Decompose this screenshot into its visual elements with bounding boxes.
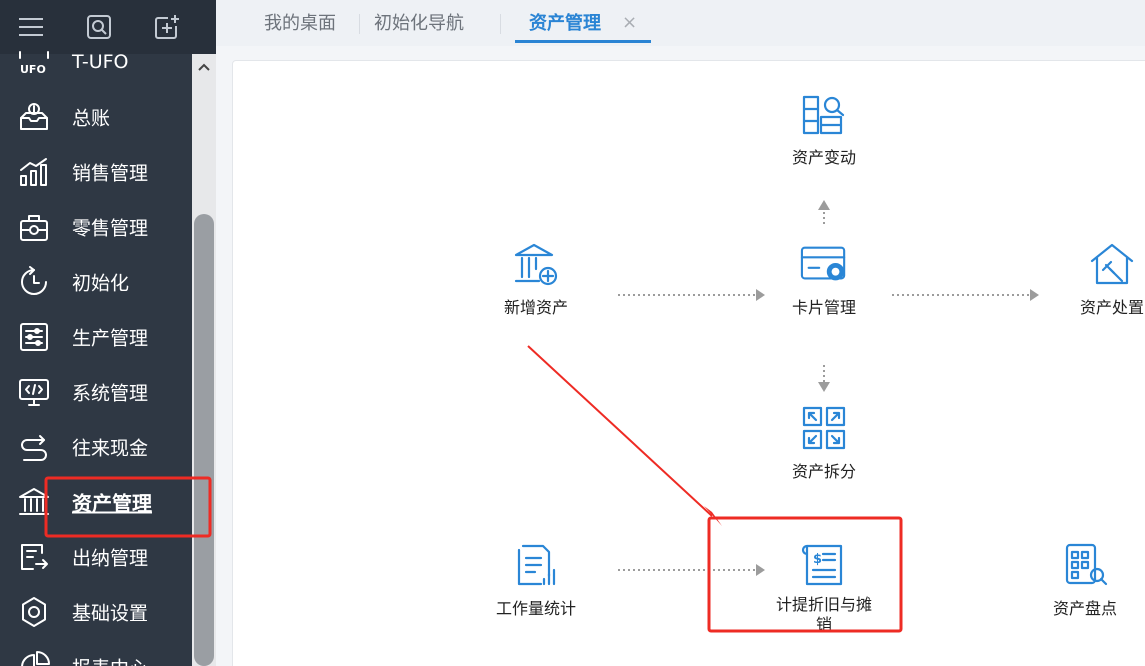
asset-search-icon xyxy=(800,90,848,138)
tab-my-desktop[interactable]: 我的桌面 xyxy=(264,0,336,44)
tab-init-navigation[interactable]: 初始化导航 xyxy=(374,0,464,44)
sidebar-item-label: 系统管理 xyxy=(72,382,149,404)
cashier-icon xyxy=(18,541,50,573)
node-label: 计提折旧与摊销 xyxy=(775,595,872,634)
node-asset-disposal[interactable]: 资产处置 xyxy=(1052,240,1145,318)
active-tab-indicator xyxy=(515,40,651,43)
sidebar-item-label: 报表中心 xyxy=(72,653,148,666)
sidebar-item-cashier[interactable]: 出纳管理 xyxy=(0,529,192,584)
node-label: 资产处置 xyxy=(1079,298,1144,317)
sidebar-item-label: 往来现金 xyxy=(72,437,149,459)
sidebar-item-label: 出纳管理 xyxy=(72,547,149,569)
tab-bar: 我的桌面 初始化导航 资产管理 × xyxy=(216,0,1145,46)
sidebar: UFO T-UFO 总账 销售管理 零售管理 初始化 生产管理 系统管理 往来现… xyxy=(0,0,216,666)
sidebar-item-label: 销售管理 xyxy=(72,162,149,184)
settings-icon xyxy=(18,596,50,628)
node-label: 资产盘点 xyxy=(1052,599,1117,618)
bill-dollar-icon: $ xyxy=(800,541,848,589)
scrollbar-thumb[interactable] xyxy=(194,214,214,666)
tab-divider xyxy=(500,14,501,34)
tab-asset-management[interactable]: 资产管理 xyxy=(529,0,601,44)
svg-text:$: $ xyxy=(813,552,822,567)
close-icon[interactable]: × xyxy=(622,12,637,33)
refresh-icon xyxy=(18,265,50,298)
node-asset-change[interactable]: 资产变动 xyxy=(764,90,884,168)
exchange-icon xyxy=(18,431,50,463)
node-card-management[interactable]: 卡片管理 xyxy=(764,240,884,318)
sidebar-item-asset-management[interactable]: 资产管理 xyxy=(0,474,192,529)
svg-text:UFO: UFO xyxy=(20,63,46,76)
sidebar-item-label: 基础设置 xyxy=(72,602,149,624)
card-settings-icon xyxy=(800,240,848,288)
bank-icon xyxy=(18,486,50,518)
node-label: 资产变动 xyxy=(791,148,856,167)
sales-chart-icon xyxy=(18,156,50,188)
sidebar-item-basic-settings[interactable]: 基础设置 xyxy=(0,584,192,639)
node-asset-split[interactable]: 资产拆分 xyxy=(764,404,884,482)
sidebar-item-retail[interactable]: 零售管理 xyxy=(0,199,192,254)
app-window: UFO T-UFO 总账 销售管理 零售管理 初始化 生产管理 系统管理 往来现… xyxy=(0,0,1145,666)
node-label: 工作量统计 xyxy=(495,599,576,618)
sidebar-scrollbar[interactable] xyxy=(192,54,216,666)
ufo-icon: UFO xyxy=(18,46,50,78)
sidebar-item-label: 生产管理 xyxy=(72,327,149,349)
bank-add-icon xyxy=(512,240,560,288)
sidebar-item-report-center[interactable]: 报表中心 xyxy=(0,639,192,666)
split-grid-icon xyxy=(800,404,848,452)
document-chart-icon xyxy=(512,541,560,589)
node-label: 卡片管理 xyxy=(791,298,856,317)
sidebar-item-label: 初始化 xyxy=(72,272,130,294)
tab-divider xyxy=(359,14,360,34)
sidebar-item-label: 零售管理 xyxy=(72,217,149,239)
sidebar-item-label: 资产管理 xyxy=(72,491,152,515)
node-depreciation[interactable]: $ 计提折旧与摊销 xyxy=(764,541,884,635)
sidebar-item-label: 总账 xyxy=(72,107,111,129)
ledger-icon xyxy=(18,101,50,133)
code-monitor-icon xyxy=(18,376,50,408)
sidebar-item-production[interactable]: 生产管理 xyxy=(0,309,192,364)
sidebar-item-t-ufo[interactable]: UFO T-UFO xyxy=(0,34,192,89)
node-add-asset[interactable]: 新增资产 xyxy=(476,240,596,318)
sidebar-item-system[interactable]: 系统管理 xyxy=(0,364,192,419)
sidebar-item-general-ledger[interactable]: 总账 xyxy=(0,89,192,144)
inventory-search-icon xyxy=(1061,541,1109,589)
house-gavel-icon xyxy=(1088,240,1136,288)
sliders-icon xyxy=(18,321,50,353)
sidebar-item-sales[interactable]: 销售管理 xyxy=(0,144,192,199)
node-asset-inventory[interactable]: 资产盘点 xyxy=(1025,541,1145,619)
report-icon xyxy=(18,650,50,666)
node-label: 新增资产 xyxy=(503,298,568,317)
scroll-up-arrow-icon[interactable] xyxy=(192,54,216,80)
retail-icon xyxy=(18,211,50,243)
sidebar-item-cash-flow[interactable]: 往来现金 xyxy=(0,419,192,474)
node-label: 资产拆分 xyxy=(791,462,856,481)
node-workload-stats[interactable]: 工作量统计 xyxy=(476,541,596,619)
sidebar-item-initialize[interactable]: 初始化 xyxy=(0,254,192,309)
flow-panel xyxy=(232,60,1145,666)
sidebar-item-label: T-UFO xyxy=(72,50,129,73)
